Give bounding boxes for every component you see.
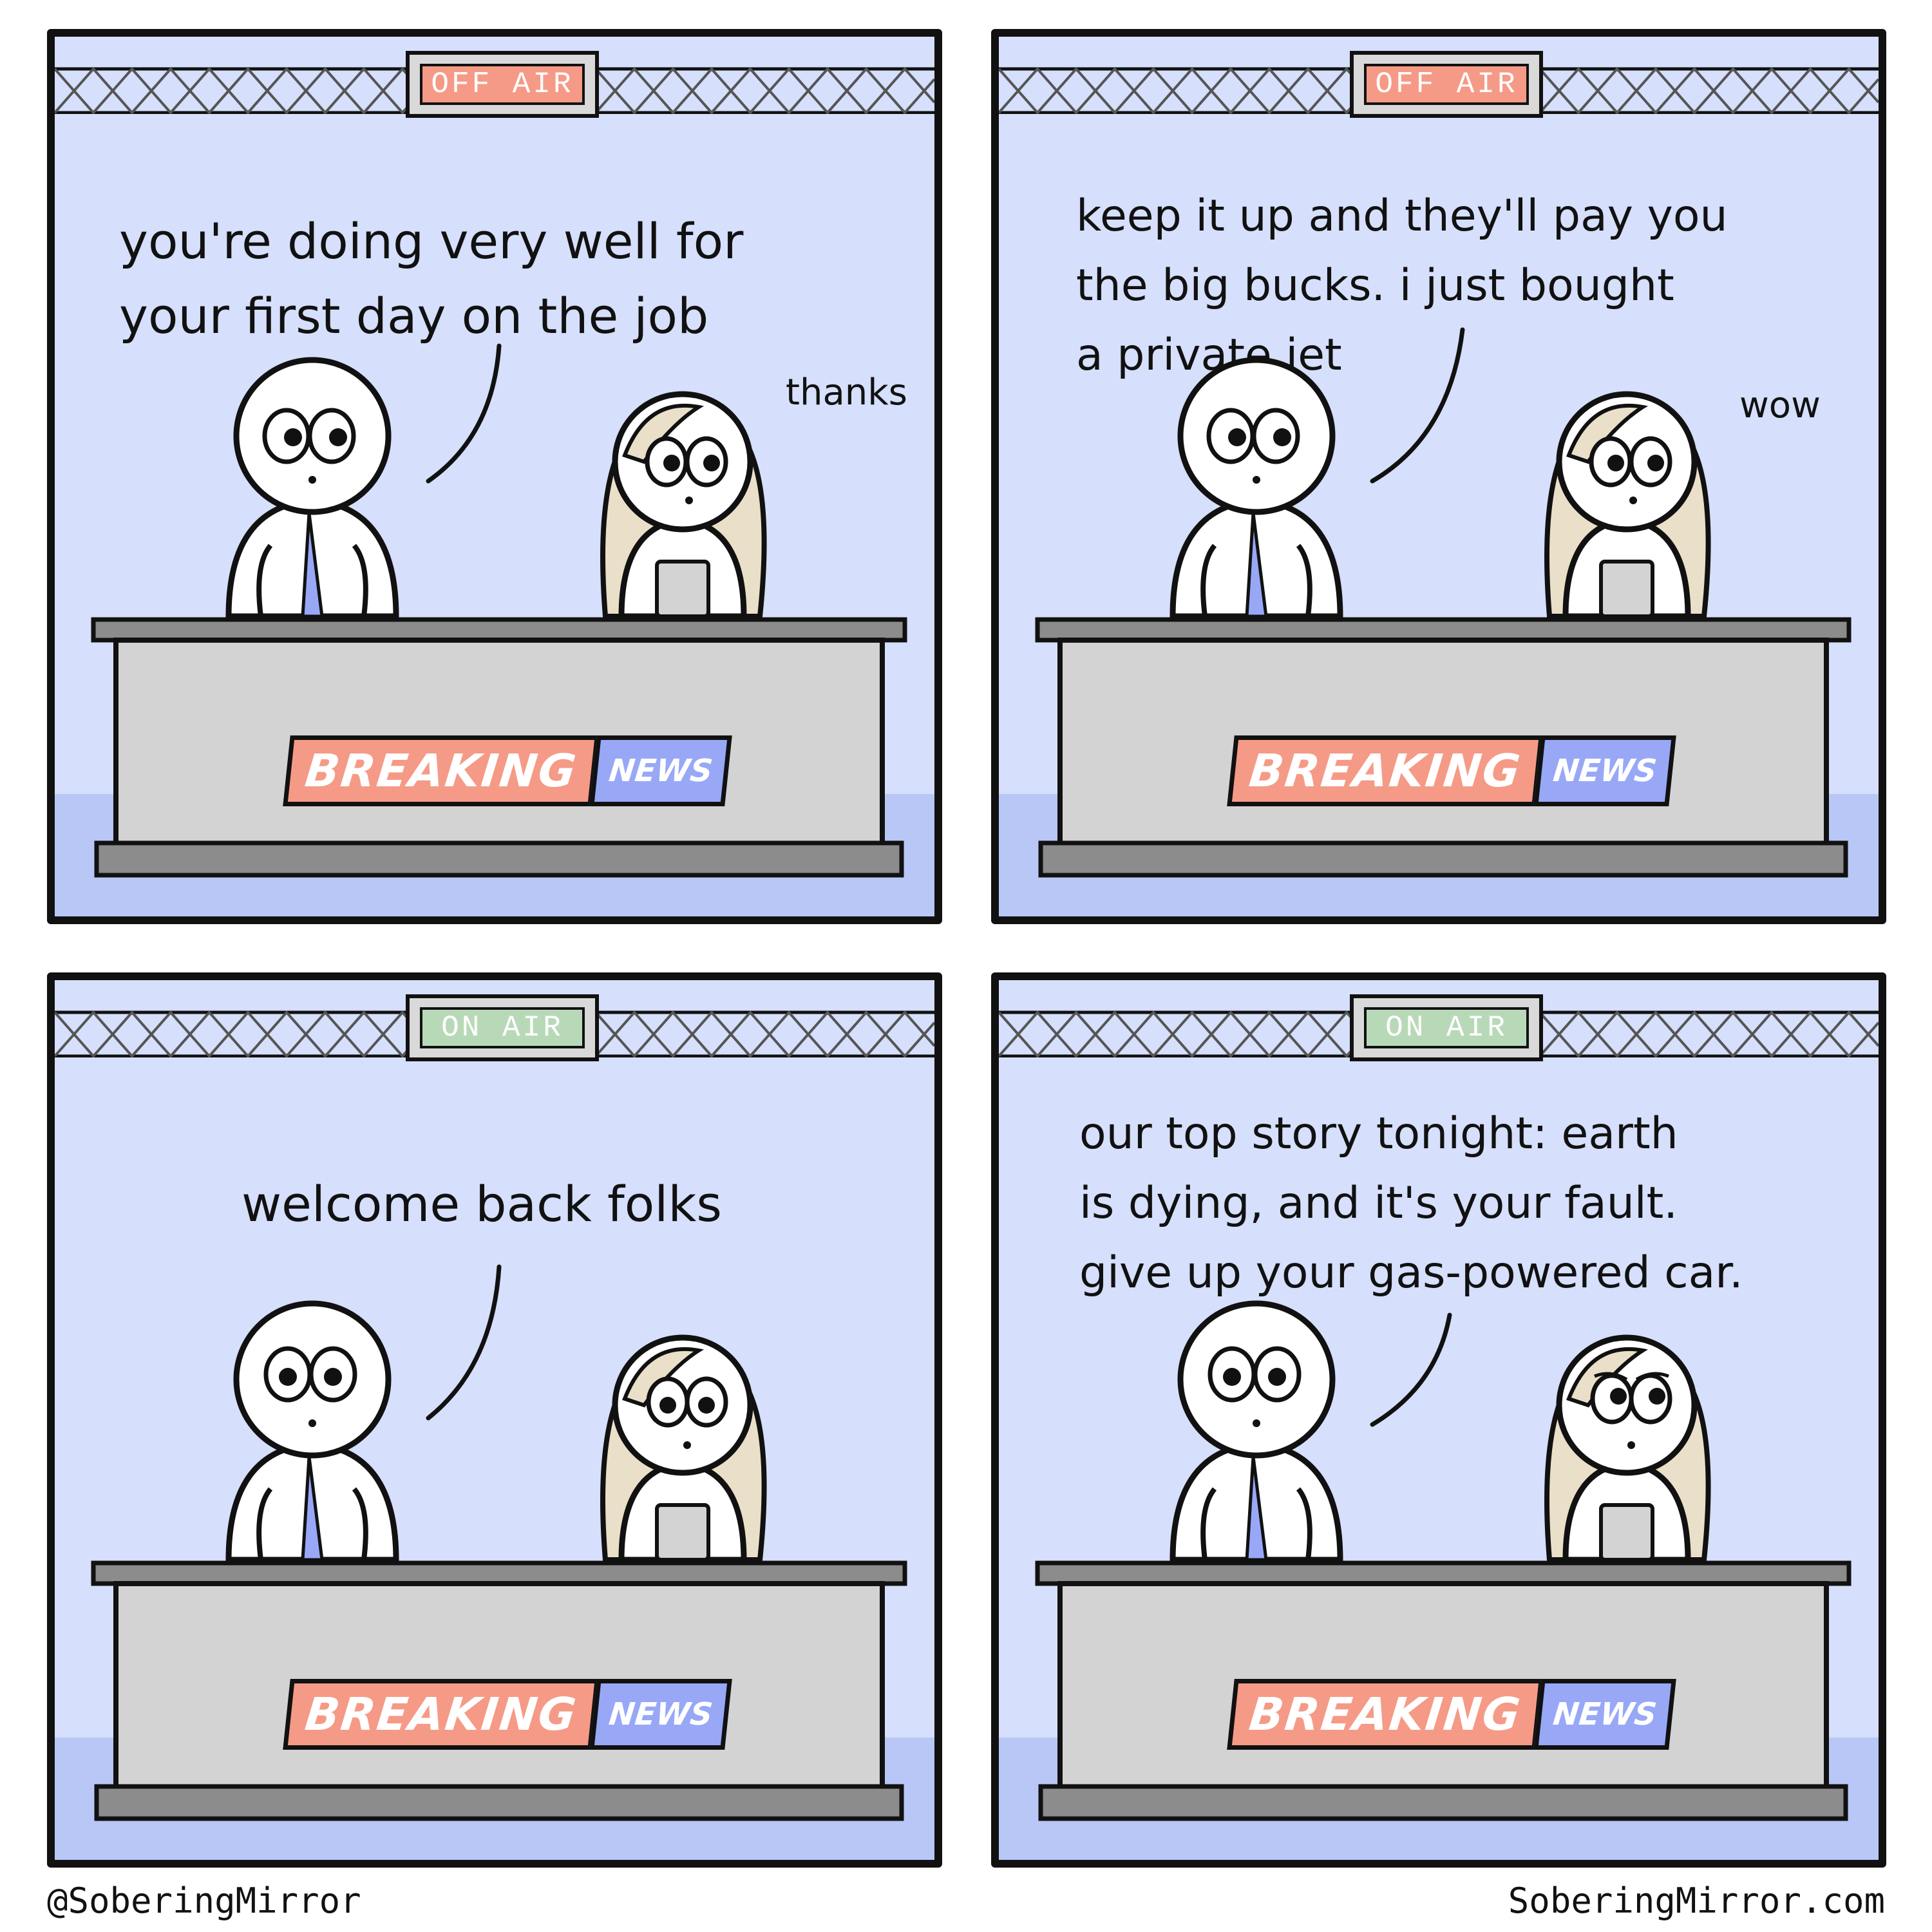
breaking-news-banner: BREAKING NEWS [283,1679,737,1750]
credit-handle: @SoberingMirror [47,1880,361,1921]
breaking-label: BREAKING [1227,735,1544,806]
breaking-news-banner: BREAKING NEWS [283,735,737,806]
news-label: NEWS [589,1679,732,1750]
breaking-label: BREAKING [283,1679,600,1750]
news-label: NEWS [1533,1679,1676,1750]
comic-panel-1: OFF AIR you're doing very well for your … [47,29,942,924]
breaking-label: BREAKING [283,735,600,806]
breaking-news-banner: BREAKING NEWS [1227,735,1681,806]
breaking-news-banner: BREAKING NEWS [1227,1679,1681,1750]
breaking-label: BREAKING [1227,1679,1544,1750]
news-label: NEWS [589,735,732,806]
comic-panel-3: ON AIR welcome back folks BREAKING NEWS [47,972,942,1868]
news-label: NEWS [1533,735,1676,806]
comic-panel-2: OFF AIR keep it up and they'll pay you t… [991,29,1886,924]
credit-website: SoberingMirror.com [1508,1880,1885,1921]
comic-panel-4: ON AIR our top story tonight: earth is d… [991,972,1886,1868]
